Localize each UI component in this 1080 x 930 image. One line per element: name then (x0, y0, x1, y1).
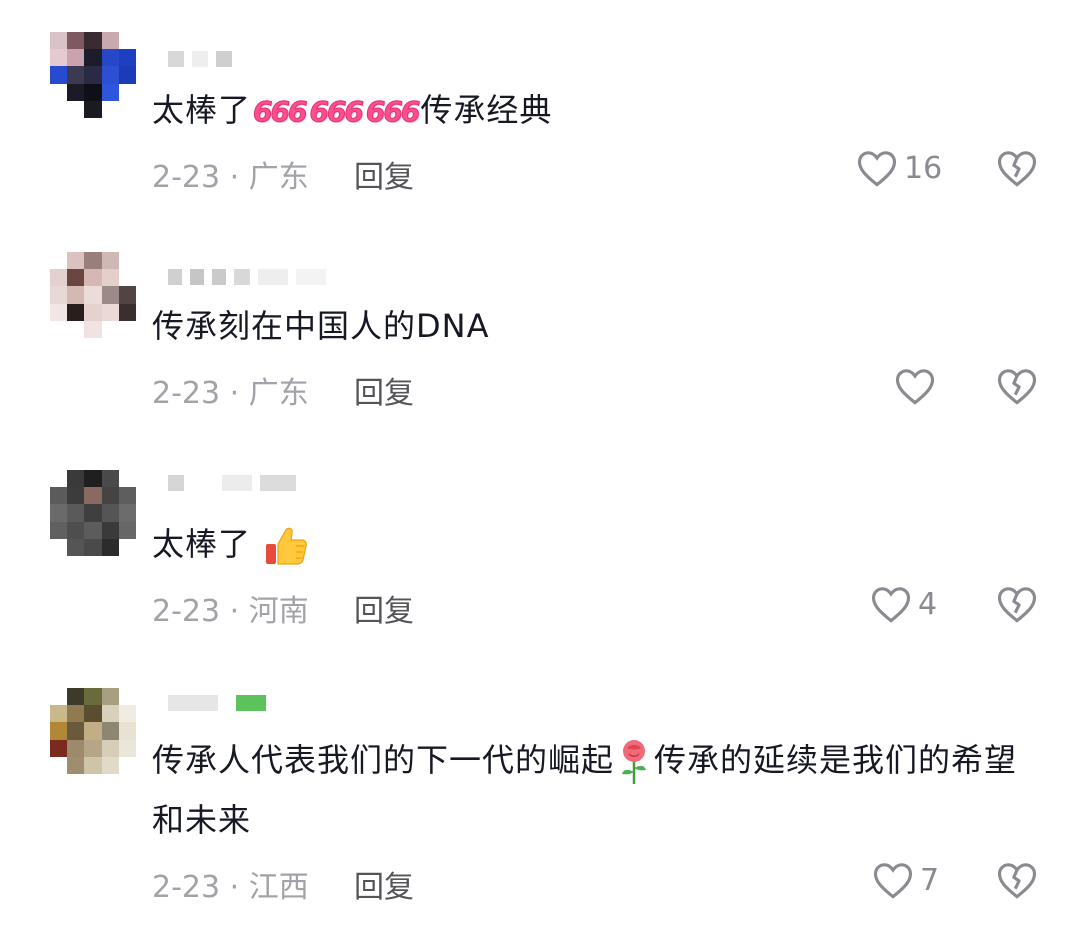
comment-text: 太棒了 (152, 514, 1032, 574)
reply-button[interactable]: 回复 (354, 368, 414, 412)
dislike-button[interactable] (996, 584, 1038, 628)
comment-text-before: 传承人代表我们的下一代的崛起 (152, 741, 615, 779)
comment-text-after: 传承经典 (420, 91, 553, 129)
like-button[interactable]: 4 (870, 584, 937, 624)
avatar[interactable] (50, 688, 136, 774)
like-count: 7 (920, 862, 940, 898)
comment-date-location: 2-23 · 江西 (152, 870, 309, 905)
comment-text-body: 太棒了 (152, 525, 252, 563)
avatar[interactable] (50, 32, 136, 118)
comment-text-before: 太棒了 (152, 91, 252, 129)
username-redacted[interactable] (168, 472, 296, 494)
like-button[interactable]: 16 (856, 148, 942, 188)
broken-heart-icon (997, 587, 1037, 623)
username-redacted[interactable] (168, 48, 232, 70)
comment-date-location: 2-23 · 广东 (152, 376, 309, 411)
heart-outline-icon (857, 151, 897, 187)
like-count: 16 (904, 150, 943, 186)
dislike-button[interactable] (996, 148, 1038, 192)
reply-button[interactable]: 回复 (354, 586, 414, 630)
666-emoji: 666 (253, 95, 308, 129)
broken-heart-icon (997, 863, 1037, 899)
broken-heart-icon (997, 151, 1037, 187)
comment-date-location: 2-23 · 广东 (152, 160, 309, 195)
reply-button[interactable]: 回复 (354, 152, 414, 196)
like-count: 4 (918, 586, 938, 622)
broken-heart-icon (997, 369, 1037, 405)
like-button[interactable]: 7 (872, 860, 939, 900)
heart-outline-icon (873, 863, 913, 899)
comment-text: 传承人代表我们的下一代的崛起 传承的延续是我们的希望和未来 (152, 730, 1032, 850)
heart-outline-icon (871, 587, 911, 623)
comment-text: 太棒了666 666 666传承经典 (152, 80, 1032, 142)
dislike-button[interactable] (996, 860, 1038, 904)
avatar[interactable] (50, 470, 136, 556)
thumbs-up-emoji (266, 527, 308, 565)
comment-text: 传承刻在中国人的DNA (152, 307, 490, 345)
666-emoji: 666 (309, 95, 364, 129)
heart-outline-icon (895, 369, 935, 405)
dislike-button[interactable] (996, 366, 1038, 410)
like-button[interactable] (894, 366, 942, 406)
avatar[interactable] (50, 252, 136, 338)
username-redacted[interactable] (168, 266, 326, 288)
rose-emoji (622, 740, 647, 784)
reply-button[interactable]: 回复 (354, 862, 414, 906)
username-redacted[interactable] (168, 692, 266, 714)
comment-date-location: 2-23 · 河南 (152, 594, 309, 629)
666-emoji: 666 (365, 95, 420, 129)
